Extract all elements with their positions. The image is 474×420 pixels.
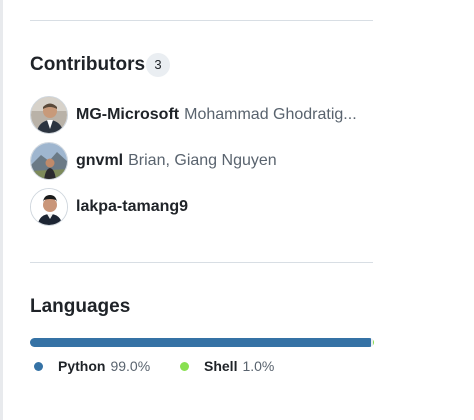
contributor-item[interactable]: lakpa-tamang9 (30, 188, 374, 226)
language-bar-segment-python[interactable] (30, 338, 371, 347)
language-color-dot (180, 361, 189, 371)
sidebar-left-edge (0, 0, 3, 420)
contributor-avatar[interactable] (30, 142, 68, 180)
contributor-avatar[interactable] (30, 188, 68, 226)
contributor-full-name: Mohammad Ghodratig... (184, 106, 357, 123)
language-progress-bar (30, 338, 374, 347)
language-percent: 1.0% (242, 358, 275, 374)
language-item-python[interactable]: Python 99.0% (34, 358, 150, 374)
contributor-login-link[interactable]: lakpa-tamang9 (76, 198, 188, 216)
contributor-login-link[interactable]: gnvml (76, 152, 123, 170)
language-color-dot (34, 361, 43, 371)
section-divider (30, 262, 373, 263)
contributor-avatar[interactable] (30, 96, 68, 134)
contributors-heading-link[interactable]: Contributors (30, 54, 145, 76)
language-item-shell[interactable]: Shell 1.0% (180, 358, 274, 374)
contributor-item[interactable]: gnvml Brian, Giang Nguyen (30, 142, 374, 180)
contributor-login-link[interactable]: MG-Microsoft (76, 106, 179, 124)
languages-heading: Languages (30, 296, 131, 317)
contributor-item[interactable]: MG-Microsoft Mohammad Ghodratig... (30, 96, 374, 134)
contributor-full-name: Brian, Giang Nguyen (128, 152, 277, 169)
contributors-count-badge: 3 (146, 53, 170, 77)
language-bar-segment-shell[interactable] (372, 338, 374, 347)
language-name: Shell (204, 358, 238, 374)
language-name: Python (58, 358, 106, 374)
top-divider (30, 20, 373, 21)
language-percent: 99.0% (110, 358, 151, 374)
